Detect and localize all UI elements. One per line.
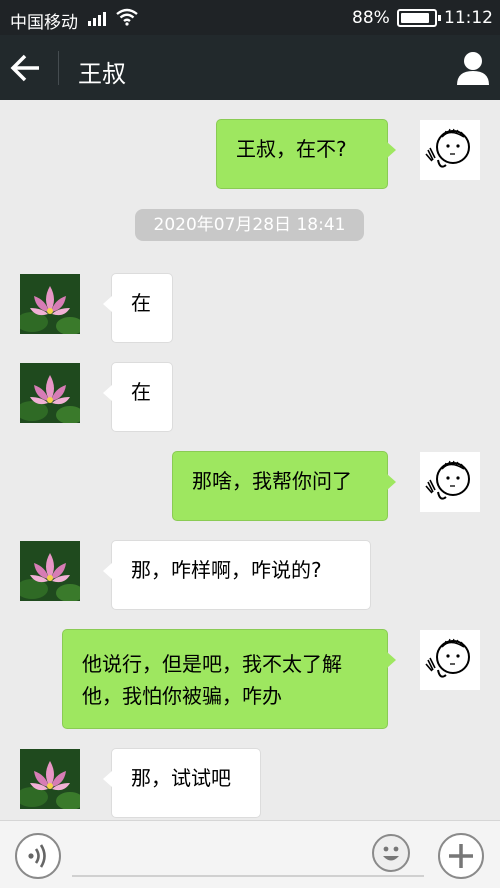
contact-avatar[interactable] [20, 749, 80, 809]
contact-avatar[interactable] [20, 363, 80, 423]
message-text-line: 他说行，但是吧，我不太了解 [82, 652, 342, 676]
message-text: 那，咋样啊，咋说的? [131, 558, 322, 582]
contact-message-bubble: 在 [103, 362, 173, 432]
carrier-name: 中国移动 [10, 13, 78, 33]
battery-percent: 88% [352, 8, 390, 28]
more-options-button[interactable] [438, 833, 484, 879]
person-icon[interactable] [456, 51, 490, 85]
cartoon-face-icon [425, 128, 470, 168]
lotus-flower-icon [20, 363, 80, 423]
cartoon-face-icon [425, 638, 470, 678]
message-text-line: 他，我怕你被骗，咋办 [82, 684, 282, 708]
chat-header: 王叔 [0, 35, 500, 100]
my-message-bubble: 王叔，在不? [216, 119, 396, 189]
lotus-flower-icon [20, 274, 80, 334]
message-text: 在 [131, 380, 151, 404]
contact-message-bubble: 那，咋样啊，咋说的? [103, 540, 371, 610]
battery-fill [401, 13, 429, 23]
voice-icon [28, 844, 46, 868]
contact-message-bubble: 那，试试吧 [103, 748, 261, 818]
cartoon-face-icon [425, 460, 470, 500]
lotus-flower-icon [20, 541, 80, 601]
contact-message-bubble: 在 [103, 273, 173, 343]
emoji-button[interactable] [372, 834, 410, 872]
voice-button[interactable] [15, 833, 61, 879]
clock: 11:12 [444, 8, 493, 28]
battery-icon [397, 9, 441, 27]
signal-icon [88, 12, 106, 26]
emoji-icon [383, 846, 399, 861]
message-text: 那啥，我帮你问了 [192, 469, 352, 493]
status-bar: 中国移动 88% 11:12 [0, 0, 500, 35]
contact-avatar[interactable] [20, 541, 80, 601]
contact-name: 王叔 [78, 60, 126, 88]
plus-icon [449, 844, 473, 868]
header-divider [58, 51, 59, 85]
contact-avatar[interactable] [20, 274, 80, 334]
my-avatar[interactable] [420, 630, 480, 690]
my-message-bubble: 那啥，我帮你问了 [172, 451, 396, 521]
message-text: 那，试试吧 [131, 766, 231, 790]
message-input-bar [0, 820, 500, 888]
battery-tip [438, 15, 441, 21]
message-text: 在 [131, 291, 151, 315]
message-text: 王叔，在不? [236, 137, 347, 161]
my-avatar[interactable] [420, 120, 480, 180]
lotus-flower-icon [20, 749, 80, 809]
wifi-icon [116, 8, 138, 26]
arrow-left-icon[interactable] [10, 53, 42, 83]
chat-timestamp: 2020年07月28日 18:41 [135, 209, 364, 241]
my-message-bubble: 他说行，但是吧，我不太了解 他，我怕你被骗，咋办 [62, 629, 396, 729]
my-avatar[interactable] [420, 452, 480, 512]
